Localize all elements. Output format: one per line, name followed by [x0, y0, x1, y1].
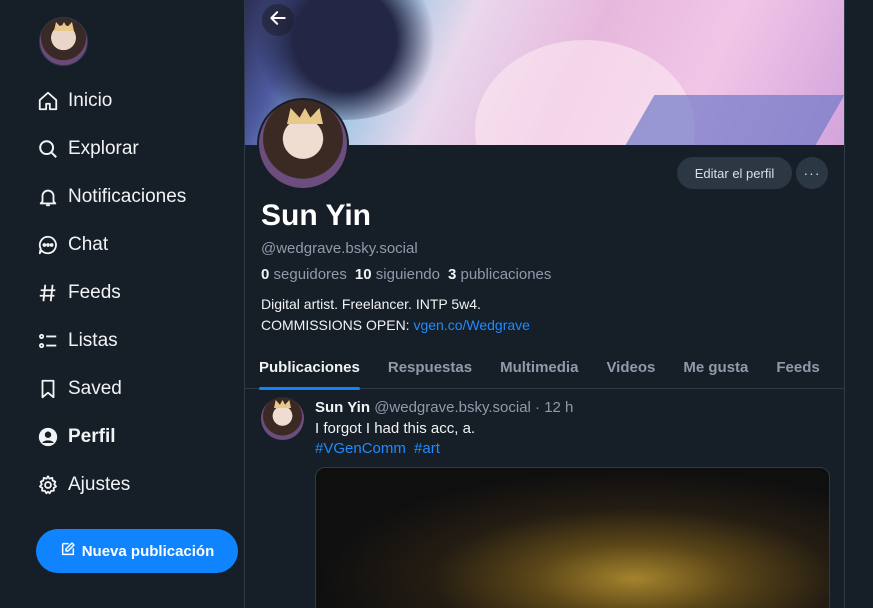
hashtag-link[interactable]: #art: [414, 440, 440, 457]
profile-handle: @wedgrave.bsky.social: [261, 240, 418, 257]
sidebar-item-ajustes[interactable]: Ajustes: [36, 461, 186, 509]
tab-videos[interactable]: Videos: [592, 345, 669, 389]
hashtag-link[interactable]: #VGenComm: [315, 440, 406, 457]
post-author-name[interactable]: Sun Yin: [315, 399, 370, 416]
sidebar-item-label: Notificaciones: [68, 186, 187, 207]
sidebar-item-listas[interactable]: Listas: [36, 317, 186, 365]
hash-icon: [36, 281, 60, 305]
tab-feeds[interactable]: Feeds: [762, 345, 833, 389]
arrow-left-icon: [268, 8, 288, 33]
post-item[interactable]: Sun Yin @wedgrave.bsky.social · 12 h I f…: [245, 390, 844, 608]
sidebar-item-label: Listas: [68, 330, 118, 351]
post-author-handle[interactable]: @wedgrave.bsky.social: [374, 399, 531, 416]
new-post-label: Nueva publicación: [81, 542, 215, 560]
post-timestamp[interactable]: · 12 h: [535, 399, 573, 416]
tab-respuestas[interactable]: Respuestas: [374, 345, 486, 389]
sidebar-item-label: Ajustes: [68, 474, 131, 495]
new-post-button[interactable]: Nueva publicación: [36, 529, 238, 573]
tab-publicaciones[interactable]: Publicaciones: [245, 345, 374, 390]
more-options-button[interactable]: ···: [796, 157, 828, 189]
sidebar-item-chat[interactable]: Chat: [36, 221, 186, 269]
back-button[interactable]: [262, 4, 294, 36]
list-icon: [36, 329, 60, 353]
search-icon: [36, 137, 60, 161]
display-name: Sun Yin: [261, 199, 372, 232]
sidebar-item-label: Inicio: [68, 90, 113, 111]
post-header: Sun Yin @wedgrave.bsky.social · 12 h: [315, 399, 573, 416]
post-text: I forgot I had this acc, a.: [315, 420, 476, 437]
posts-stat: 3 publicaciones: [447, 266, 552, 283]
sidebar-item-label: Saved: [68, 378, 122, 399]
sidebar-item-label: Chat: [68, 234, 109, 255]
bio-link[interactable]: vgen.co/Wedgrave: [413, 317, 529, 333]
bookmark-icon: [36, 377, 60, 401]
following-stat[interactable]: 10 siguiendo: [355, 266, 440, 283]
edit-profile-label: Editar el perfil: [694, 165, 775, 181]
profile-avatar[interactable]: [257, 98, 349, 190]
bell-icon: [36, 185, 60, 209]
bio-line: Digital artist. Freelancer. INTP 5w4.: [261, 296, 481, 312]
sidebar-item-label: Explorar: [68, 138, 139, 159]
followers-stat[interactable]: 0 seguidores: [261, 266, 347, 283]
post-tags: #VGenComm #art: [315, 440, 444, 457]
tab-me-gusta[interactable]: Me gusta: [669, 345, 762, 389]
profile-main: Editar el perfil ··· Sun Yin @wedgrave.b…: [244, 0, 845, 608]
user-icon: [36, 425, 60, 449]
post-image[interactable]: [315, 467, 830, 608]
chat-icon: [36, 233, 60, 257]
tab-multimedia[interactable]: Multimedia: [486, 345, 592, 389]
sidebar-item-notificaciones[interactable]: Notificaciones: [36, 173, 186, 221]
post-avatar[interactable]: [261, 397, 304, 440]
more-icon: ···: [803, 165, 821, 181]
sidebar-item-feeds[interactable]: Feeds: [36, 269, 186, 317]
bio-line: COMMISSIONS OPEN: vgen.co/Wedgrave: [261, 317, 530, 333]
home-icon: [36, 89, 60, 113]
gear-icon: [36, 473, 60, 497]
profile-tabs: Publicaciones Respuestas Multimedia Vide…: [245, 345, 844, 390]
edit-icon: [60, 541, 76, 562]
avatar[interactable]: [39, 17, 88, 66]
sidebar-item-label: Perfil: [68, 426, 116, 447]
profile-bio: Digital artist. Freelancer. INTP 5w4. CO…: [261, 294, 530, 336]
sidebar-item-perfil[interactable]: Perfil: [36, 413, 186, 461]
sidebar-item-saved[interactable]: Saved: [36, 365, 186, 413]
sidebar-item-inicio[interactable]: Inicio: [36, 77, 186, 125]
sidebar-item-explorar[interactable]: Explorar: [36, 125, 186, 173]
profile-stats: 0 seguidores 10 siguiendo 3 publicacione…: [261, 266, 559, 283]
edit-profile-button[interactable]: Editar el perfil: [677, 157, 792, 189]
sidebar: Inicio Explorar Notificaciones Chat Feed…: [0, 0, 244, 608]
sidebar-item-label: Feeds: [68, 282, 121, 303]
nav-menu: Inicio Explorar Notificaciones Chat Feed…: [36, 77, 186, 509]
